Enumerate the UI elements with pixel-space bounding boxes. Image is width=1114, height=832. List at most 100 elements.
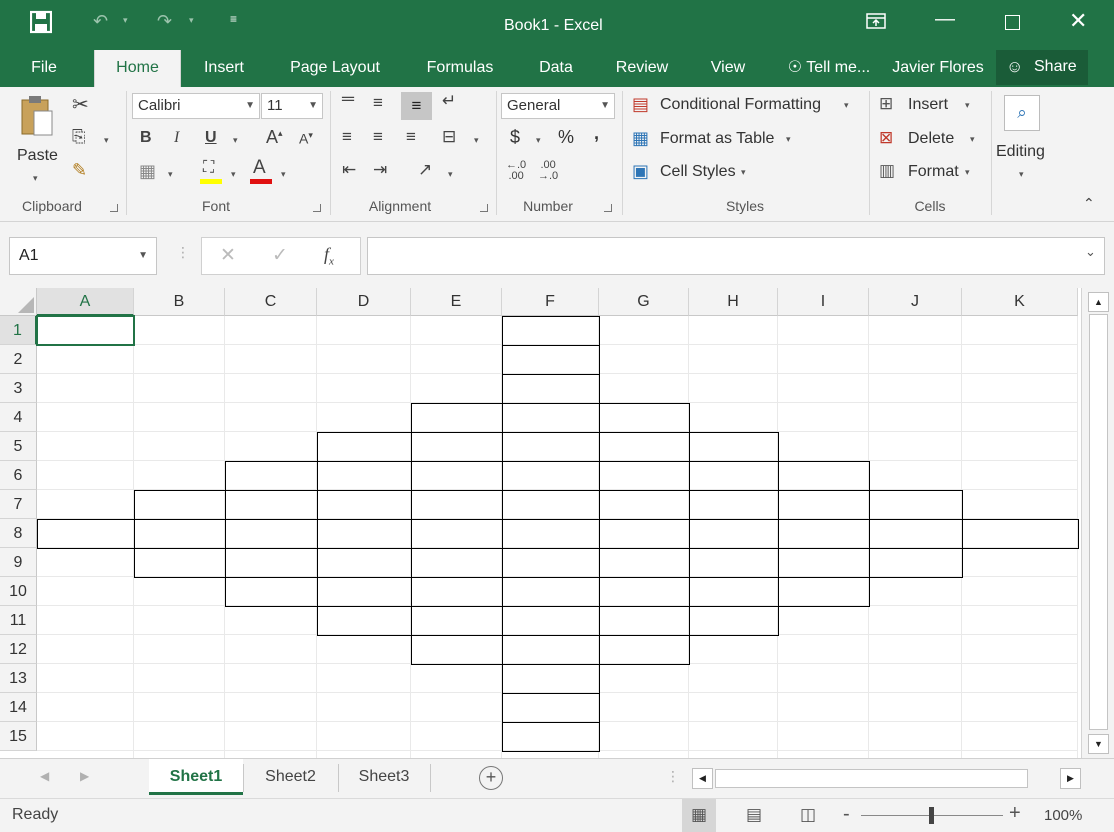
customize-qat-icon[interactable]: ≡: [230, 12, 237, 26]
borders-icon[interactable]: ▦: [139, 161, 156, 182]
bordered-cell[interactable]: [778, 519, 870, 549]
bordered-cell[interactable]: [411, 635, 503, 665]
user-name[interactable]: Javier Flores: [889, 50, 987, 87]
bordered-cell[interactable]: [599, 403, 690, 433]
delete-cells-button[interactable]: ⊠ Delete ▾: [879, 127, 979, 153]
normal-view-icon[interactable]: ▦: [682, 799, 716, 832]
top-align-icon[interactable]: ═: [342, 89, 354, 109]
vertical-scroll-thumb[interactable]: [1089, 314, 1108, 730]
middle-align-icon[interactable]: ≡: [373, 93, 383, 113]
row-header-12[interactable]: 12: [0, 635, 37, 664]
scroll-down-icon[interactable]: ▼: [1088, 734, 1109, 754]
row-header-9[interactable]: 9: [0, 548, 37, 577]
format-as-table-button[interactable]: ▦ Format as Table ▾: [632, 127, 802, 153]
comma-style-icon[interactable]: ,: [594, 123, 599, 144]
merge-center-icon[interactable]: ⊟: [442, 127, 456, 147]
bordered-cell[interactable]: [502, 345, 600, 375]
share-button[interactable]: ☺ Share: [996, 50, 1088, 85]
tab-insert[interactable]: Insert: [193, 50, 255, 87]
column-header-f[interactable]: F: [502, 288, 599, 316]
bordered-cell[interactable]: [689, 606, 779, 636]
row-header-2[interactable]: 2: [0, 345, 37, 374]
row-header-14[interactable]: 14: [0, 693, 37, 722]
tab-splitter-icon[interactable]: ⋮: [666, 768, 680, 785]
bold-icon[interactable]: B: [140, 129, 152, 147]
zoom-level[interactable]: 100%: [1044, 807, 1082, 824]
bordered-cell[interactable]: [689, 577, 779, 607]
bordered-cell[interactable]: [502, 693, 600, 723]
new-sheet-icon[interactable]: +: [479, 766, 503, 790]
decrease-font-size-icon[interactable]: A▾: [299, 130, 313, 147]
close-icon[interactable]: ✕: [1069, 8, 1087, 34]
sheet-tab-sheet3[interactable]: Sheet3: [339, 759, 429, 795]
tab-review[interactable]: Review: [608, 50, 676, 87]
merge-dropdown-icon[interactable]: ▾: [474, 135, 479, 146]
bordered-cell[interactable]: [411, 461, 503, 491]
scroll-up-icon[interactable]: ▲: [1088, 292, 1109, 312]
bordered-cell[interactable]: [689, 432, 779, 462]
fill-color-dropdown-icon[interactable]: ▾: [231, 169, 236, 180]
currency-icon[interactable]: $: [510, 127, 520, 148]
bordered-cell[interactable]: [502, 316, 600, 346]
minimize-icon[interactable]: —: [935, 8, 955, 31]
bordered-cell[interactable]: [317, 432, 412, 462]
bordered-cell[interactable]: [869, 548, 963, 578]
maximize-icon[interactable]: [1005, 15, 1020, 30]
bordered-cell[interactable]: [599, 606, 690, 636]
row-header-8[interactable]: 8: [0, 519, 37, 548]
decrease-indent-icon[interactable]: ⇤: [342, 160, 356, 180]
zoom-out-icon[interactable]: -: [843, 803, 850, 826]
zoom-in-icon[interactable]: +: [1009, 802, 1021, 825]
bordered-cell[interactable]: [134, 548, 226, 578]
bordered-cell[interactable]: [962, 519, 1079, 549]
bordered-cell[interactable]: [689, 548, 779, 578]
row-header-6[interactable]: 6: [0, 461, 37, 490]
name-box[interactable]: A1 ▼: [9, 237, 157, 275]
bordered-cell[interactable]: [778, 548, 870, 578]
orientation-icon[interactable]: ↗: [418, 160, 432, 180]
bordered-cell[interactable]: [134, 519, 226, 549]
bordered-cell[interactable]: [599, 635, 690, 665]
bordered-cell[interactable]: [225, 577, 318, 607]
bordered-cell[interactable]: [502, 461, 600, 491]
bordered-cell[interactable]: [689, 519, 779, 549]
underline-icon[interactable]: U: [205, 129, 217, 147]
bordered-cell[interactable]: [599, 519, 690, 549]
font-color-icon[interactable]: A: [250, 157, 274, 185]
sheet-tab-sheet1[interactable]: Sheet1: [149, 759, 243, 795]
cancel-icon[interactable]: ✕: [220, 244, 236, 267]
format-painter-icon[interactable]: ✎: [72, 160, 87, 181]
orientation-dropdown-icon[interactable]: ▾: [448, 169, 453, 180]
bordered-cell[interactable]: [317, 577, 412, 607]
scroll-sheets-left-icon[interactable]: ◀: [40, 769, 49, 783]
align-left-icon[interactable]: ≡: [342, 127, 352, 147]
expand-formula-bar-icon[interactable]: ⌄: [1085, 244, 1096, 260]
bordered-cell[interactable]: [502, 374, 600, 404]
select-all-corner[interactable]: [0, 288, 37, 316]
column-header-k[interactable]: K: [962, 288, 1078, 316]
bordered-cell[interactable]: [599, 490, 690, 520]
cell-styles-button[interactable]: ▣ Cell Styles ▾: [632, 160, 762, 186]
bordered-cell[interactable]: [502, 432, 600, 462]
tab-page-layout[interactable]: Page Layout: [280, 50, 390, 87]
row-header-15[interactable]: 15: [0, 722, 37, 751]
row-header-13[interactable]: 13: [0, 664, 37, 693]
borders-dropdown-icon[interactable]: ▾: [168, 169, 173, 180]
bordered-cell[interactable]: [502, 548, 600, 578]
editing-button[interactable]: ⌕ Editing ▾: [996, 93, 1054, 189]
bordered-cell[interactable]: [411, 548, 503, 578]
copy-icon[interactable]: ⎘: [72, 127, 86, 147]
row-header-4[interactable]: 4: [0, 403, 37, 432]
tab-home[interactable]: Home: [94, 50, 181, 87]
row-header-3[interactable]: 3: [0, 374, 37, 403]
scroll-right-icon[interactable]: ▶: [1060, 768, 1081, 789]
ribbon-display-options-icon[interactable]: [866, 12, 886, 35]
bordered-cell[interactable]: [411, 403, 503, 433]
paste-button[interactable]: Paste ▾: [10, 95, 66, 187]
bordered-cell[interactable]: [599, 577, 690, 607]
tab-file[interactable]: File: [22, 50, 66, 87]
row-header-10[interactable]: 10: [0, 577, 37, 606]
column-header-a[interactable]: A: [37, 288, 134, 316]
bordered-cell[interactable]: [778, 490, 870, 520]
number-format-select[interactable]: General ▼: [501, 93, 615, 119]
